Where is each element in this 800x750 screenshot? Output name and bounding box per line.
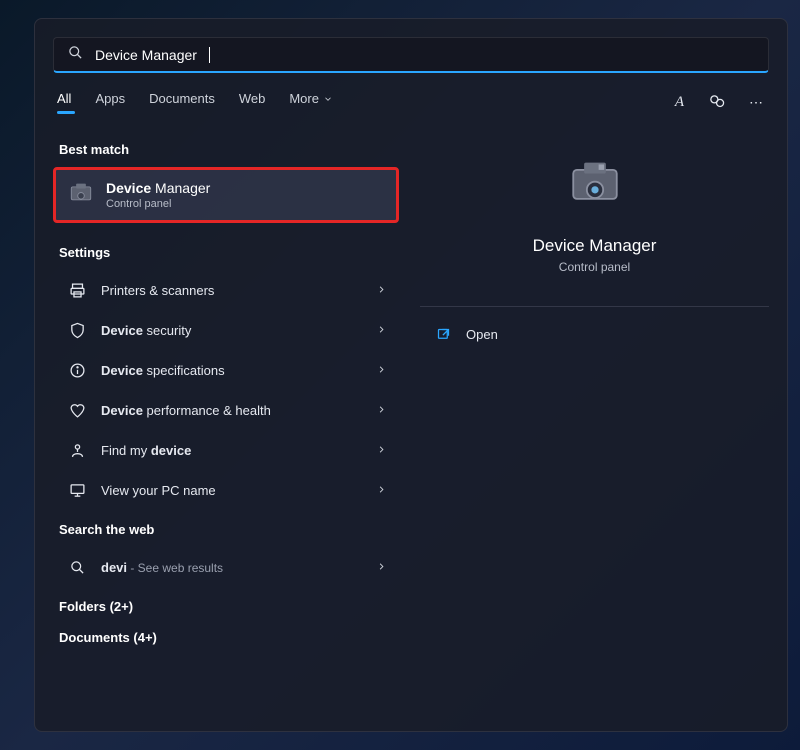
section-folders[interactable]: Folders (2+) (59, 599, 393, 614)
list-item-label: Device specifications (101, 363, 362, 378)
settings-item-device-perf[interactable]: Device performance & health (53, 390, 399, 430)
preview-title: Device Manager (533, 236, 657, 256)
chevron-down-icon (323, 94, 333, 104)
settings-item-printers[interactable]: Printers & scanners (53, 270, 399, 310)
chevron-right-icon (376, 403, 387, 418)
printer-icon (67, 280, 87, 300)
chevron-right-icon (376, 323, 387, 338)
list-item-label: Find my device (101, 443, 362, 458)
best-match-subtitle: Control panel (106, 198, 210, 210)
shield-icon (67, 320, 87, 340)
open-action[interactable]: Open (420, 313, 769, 355)
device-manager-icon (68, 182, 94, 208)
search-icon (67, 557, 87, 577)
filter-tab-more[interactable]: More (289, 91, 333, 114)
feedback-icon[interactable] (708, 93, 725, 113)
chevron-right-icon (376, 560, 387, 575)
preview-header: Device Manager Control panel (420, 136, 769, 298)
chevron-right-icon (376, 283, 387, 298)
filter-tab-apps[interactable]: Apps (95, 91, 125, 114)
list-item-label: Device performance & health (101, 403, 362, 418)
preview-pane: Device Manager Control panel Open (419, 132, 769, 720)
chevron-right-icon (376, 483, 387, 498)
start-search-panel: Device Manager All Apps Documents Web Mo… (34, 18, 788, 732)
results-content: Best match Device Manager Control panel (53, 132, 769, 720)
best-match-item[interactable]: Device Manager Control panel (53, 167, 399, 223)
findmy-icon (67, 440, 87, 460)
settings-item-device-security[interactable]: Device security (53, 310, 399, 350)
device-manager-large-icon (563, 156, 627, 220)
heart-icon (67, 400, 87, 420)
section-settings: Settings (59, 245, 393, 260)
section-search-web: Search the web (59, 522, 393, 537)
results-left-pane: Best match Device Manager Control panel (53, 132, 399, 720)
filter-tab-web[interactable]: Web (239, 91, 266, 114)
open-action-label: Open (466, 327, 498, 342)
search-input-text[interactable]: Device Manager (95, 47, 197, 63)
settings-item-find-my-device[interactable]: Find my device (53, 430, 399, 470)
settings-item-device-specs[interactable]: Device specifications (53, 350, 399, 390)
open-icon (434, 325, 452, 343)
list-item-label: Device security (101, 323, 362, 338)
pc-icon (67, 480, 87, 500)
text-caret (209, 47, 210, 63)
info-icon (67, 360, 87, 380)
chevron-right-icon (376, 363, 387, 378)
filter-tab-documents[interactable]: Documents (149, 91, 215, 114)
web-item-devi[interactable]: devi - See web results (53, 547, 399, 587)
divider (420, 306, 769, 307)
section-best-match: Best match (59, 142, 393, 157)
filter-bar: All Apps Documents Web More A ⋯ (53, 91, 769, 114)
list-item-label: View your PC name (101, 483, 362, 498)
search-icon (68, 45, 83, 65)
filter-tab-all[interactable]: All (57, 91, 71, 114)
search-bar[interactable]: Device Manager (53, 37, 769, 73)
filter-more-label: More (289, 91, 319, 106)
list-item-label: devi - See web results (101, 560, 362, 575)
preview-subtitle: Control panel (559, 260, 630, 274)
settings-item-view-pc-name[interactable]: View your PC name (53, 470, 399, 510)
text-a-button[interactable]: A (675, 94, 684, 111)
best-match-title: Device Manager (106, 180, 210, 196)
section-documents[interactable]: Documents (4+) (59, 630, 393, 645)
chevron-right-icon (376, 443, 387, 458)
list-item-label: Printers & scanners (101, 283, 362, 298)
overflow-menu-button[interactable]: ⋯ (749, 94, 765, 111)
best-match-text: Device Manager Control panel (106, 180, 210, 210)
